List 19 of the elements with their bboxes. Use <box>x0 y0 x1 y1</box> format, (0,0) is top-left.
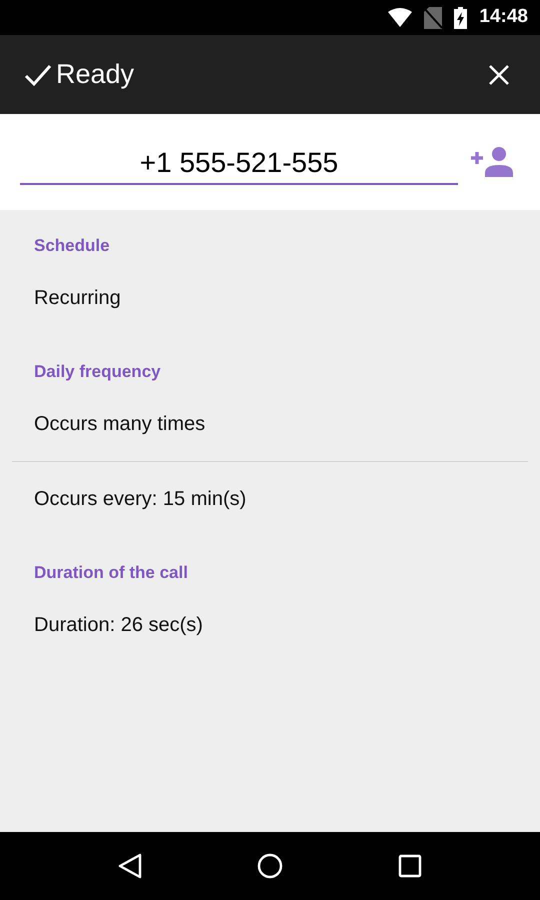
setting-item[interactable]: Occurs every: 15 min(s) <box>0 473 540 525</box>
phone-field[interactable]: +1 555-521-555 <box>20 139 458 185</box>
add-person-icon <box>471 146 515 178</box>
setting-item[interactable]: Occurs many times <box>0 398 540 450</box>
recents-icon <box>398 854 422 878</box>
section-header: Schedule <box>33 235 111 257</box>
check-icon <box>24 62 52 86</box>
close-icon <box>489 64 509 84</box>
back-icon <box>118 853 142 879</box>
battery-charging-icon <box>454 6 468 28</box>
home-icon <box>257 853 283 879</box>
clock: 14:48 <box>479 5 528 30</box>
ready-button[interactable]: Ready <box>24 54 134 95</box>
setting-item[interactable]: Recurring <box>0 272 540 324</box>
no-sim-icon <box>424 6 442 28</box>
setting-item[interactable]: Duration: 26 sec(s) <box>0 599 540 651</box>
section-header: Daily frequency <box>33 361 162 383</box>
section-header: Duration of the call <box>33 562 189 584</box>
wifi-icon <box>388 8 412 28</box>
